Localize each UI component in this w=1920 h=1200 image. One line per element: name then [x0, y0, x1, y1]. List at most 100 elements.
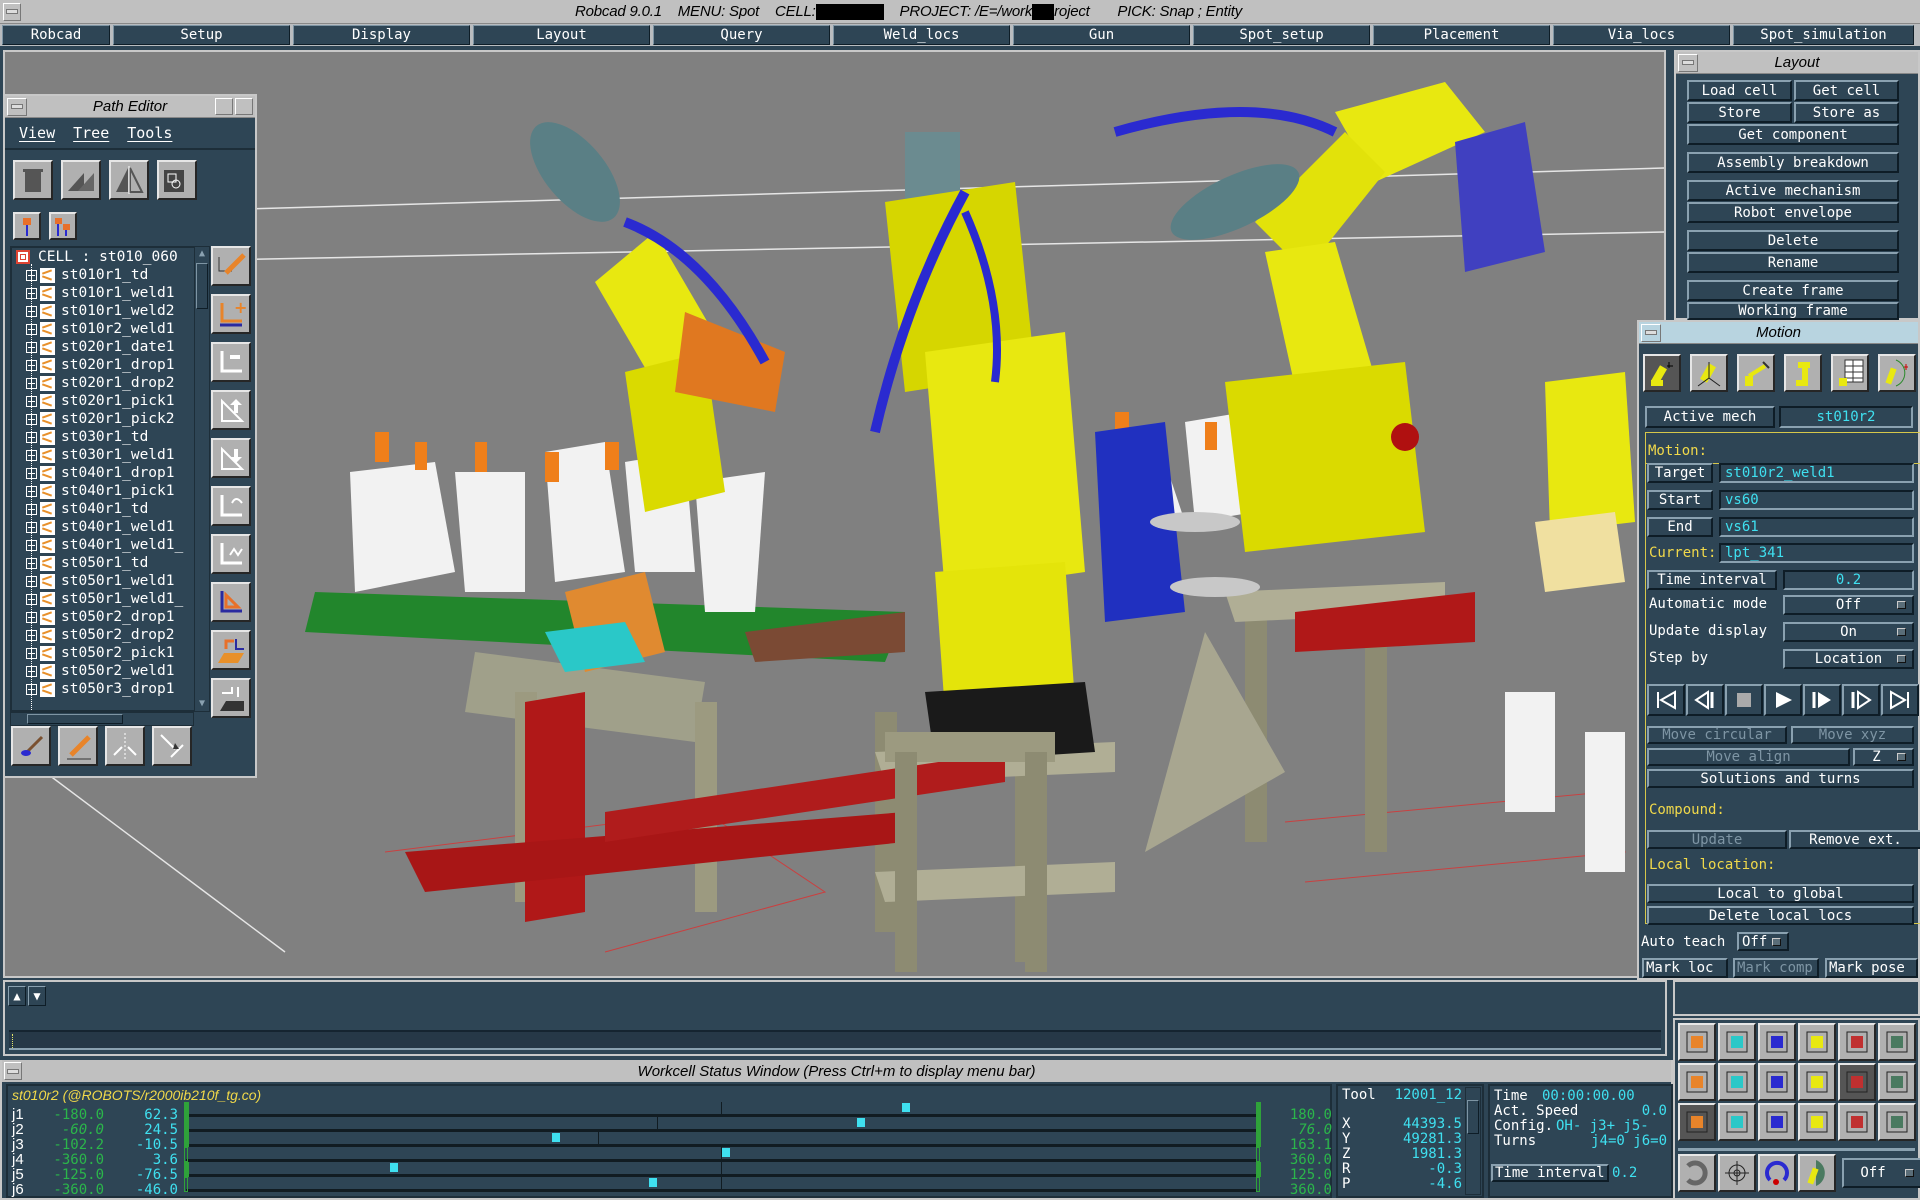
- time-interval-button[interactable]: Time interval: [1647, 570, 1777, 590]
- expand-icon[interactable]: [26, 431, 37, 443]
- time-interval-button[interactable]: Time interval: [1491, 1164, 1609, 1182]
- tree-item-operation[interactable]: st010r1_weld2: [12, 302, 194, 320]
- tree-item-operation[interactable]: st050r2_weld1: [12, 662, 194, 680]
- menu-view[interactable]: View: [19, 124, 55, 142]
- tree-item-operation[interactable]: st020r1_pick1: [12, 392, 194, 410]
- tree-item-operation[interactable]: st040r1_weld1_: [12, 536, 194, 554]
- joint-slider-track[interactable]: [186, 1129, 1256, 1132]
- local-to-global-button[interactable]: Local to global: [1647, 884, 1914, 903]
- scroll-thumb[interactable]: [196, 263, 208, 309]
- menu-placement[interactable]: Placement: [1373, 25, 1550, 45]
- window-menu-button[interactable]: [7, 97, 27, 116]
- step-forward-single-icon[interactable]: [1842, 684, 1880, 716]
- file-cabinet-icon[interactable]: [1718, 1023, 1756, 1061]
- hierarchy-icon[interactable]: [1718, 1063, 1756, 1101]
- multi-location-icon[interactable]: [49, 212, 77, 240]
- redo-icon[interactable]: [1758, 1154, 1796, 1192]
- flag-icon[interactable]: [1798, 1063, 1836, 1101]
- target-button[interactable]: Target: [1647, 463, 1713, 483]
- split-icon[interactable]: [105, 726, 145, 766]
- delete-local-locs-button[interactable]: Delete local locs: [1647, 906, 1914, 925]
- working-frame-button[interactable]: Working frame: [1687, 302, 1899, 320]
- tree-item-operation[interactable]: st050r1_weld1_: [12, 590, 194, 608]
- mark-comp-button[interactable]: Mark comp: [1733, 958, 1819, 978]
- move-align-button[interactable]: Move align: [1647, 748, 1850, 766]
- expand-icon[interactable]: [26, 467, 37, 479]
- maximize-button[interactable]: [235, 98, 253, 115]
- active-mechanism-button[interactable]: Active mechanism: [1687, 180, 1899, 201]
- spreadsheet-icon[interactable]: [1678, 1023, 1716, 1061]
- robot-envelope-icon[interactable]: [1878, 354, 1916, 392]
- refresh-icon[interactable]: [1678, 1154, 1716, 1192]
- time-interval-field[interactable]: 0.2: [1783, 570, 1914, 590]
- expand-icon[interactable]: [26, 503, 37, 515]
- menu-display[interactable]: Display: [293, 25, 470, 45]
- load-cell-button[interactable]: Load cell: [1687, 80, 1792, 101]
- tree-item-operation[interactable]: st030r1_weld1: [12, 446, 194, 464]
- mark-loc-button[interactable]: Mark loc: [1642, 958, 1728, 978]
- joint-position-handle[interactable]: [857, 1114, 866, 1131]
- menu-layout[interactable]: Layout: [473, 25, 650, 45]
- auto-teach-select[interactable]: Off: [1737, 932, 1789, 951]
- flip-icon[interactable]: [211, 534, 251, 574]
- menu-spot-setup[interactable]: Spot_setup: [1193, 25, 1370, 45]
- move-xyz-button[interactable]: Move xyz: [1791, 726, 1914, 744]
- table-zoom-icon[interactable]: [1758, 1023, 1796, 1061]
- expand-icon[interactable]: [26, 557, 37, 569]
- pencil-icon[interactable]: [58, 726, 98, 766]
- assembly-breakdown-button[interactable]: Assembly breakdown: [1687, 152, 1899, 173]
- points-icon[interactable]: [1678, 1063, 1716, 1101]
- expand-icon[interactable]: [26, 665, 37, 677]
- palette-toggle-select[interactable]: Off: [1842, 1158, 1920, 1188]
- book-edit-icon[interactable]: [1798, 1103, 1836, 1141]
- merge-icon[interactable]: [152, 726, 192, 766]
- jump-to-start-icon[interactable]: [1647, 684, 1685, 716]
- command-input[interactable]: [9, 1030, 1661, 1050]
- menu-spot-simulation[interactable]: Spot_simulation: [1733, 25, 1914, 45]
- robot-pose-icon[interactable]: [1784, 354, 1822, 392]
- open-folder-icon[interactable]: [211, 630, 251, 670]
- path-editor-titlebar[interactable]: Path Editor: [5, 96, 255, 118]
- search-path-icon[interactable]: [1798, 1023, 1836, 1061]
- tree-item-operation[interactable]: st020r1_drop1: [12, 356, 194, 374]
- joint-position-handle[interactable]: [722, 1144, 731, 1161]
- tree-item-operation[interactable]: st050r2_drop1: [12, 608, 194, 626]
- move-circular-button[interactable]: Move circular: [1647, 726, 1787, 744]
- menu-setup[interactable]: Setup: [113, 25, 290, 45]
- edit-location-icon[interactable]: [211, 246, 251, 286]
- add-location-icon[interactable]: +: [211, 294, 251, 334]
- toolbox-icon[interactable]: [1838, 1023, 1876, 1061]
- joint-position-handle[interactable]: [902, 1099, 911, 1116]
- window-menu-button[interactable]: [3, 2, 21, 21]
- active-mech-button[interactable]: Active mech: [1645, 406, 1775, 428]
- reverse-icon[interactable]: [211, 486, 251, 526]
- expand-icon[interactable]: [26, 323, 37, 335]
- tree-item-operation[interactable]: st010r1_td: [12, 266, 194, 284]
- component-attach-icon[interactable]: [157, 160, 197, 200]
- align-axis-select[interactable]: Z: [1853, 748, 1914, 766]
- minimize-button[interactable]: [215, 98, 233, 115]
- robot-gun-icon[interactable]: [1758, 1063, 1796, 1101]
- expand-icon[interactable]: [26, 647, 37, 659]
- menu-gun[interactable]: Gun: [1013, 25, 1190, 45]
- expand-icon[interactable]: [26, 521, 37, 533]
- store-as-button[interactable]: Store as: [1794, 102, 1899, 123]
- scroll-down-button[interactable]: ▼: [28, 986, 46, 1006]
- update-button[interactable]: Update: [1647, 830, 1787, 849]
- active-mech-field[interactable]: st010r2: [1779, 406, 1913, 428]
- start-field[interactable]: vs60: [1719, 490, 1914, 510]
- edit-frame-icon[interactable]: [1878, 1023, 1916, 1061]
- tree-item-operation[interactable]: st050r1_weld1: [12, 572, 194, 590]
- delete-button[interactable]: Delete: [1687, 230, 1899, 251]
- step-forward-icon[interactable]: [1803, 684, 1841, 716]
- stop-icon[interactable]: [1725, 684, 1763, 716]
- tree-item-operation[interactable]: st040r1_td: [12, 500, 194, 518]
- axis-frame-icon[interactable]: [1878, 1063, 1916, 1101]
- mirror-path-icon[interactable]: [109, 160, 149, 200]
- robot-table-icon[interactable]: [1831, 354, 1869, 392]
- joint-position-handle[interactable]: [552, 1129, 561, 1146]
- menu-tree[interactable]: Tree: [73, 124, 109, 142]
- window-menu-button[interactable]: [1641, 323, 1661, 342]
- scroll-up-button[interactable]: ▲: [8, 986, 26, 1006]
- tree-root-cell[interactable]: CELL : st010_060: [12, 248, 194, 266]
